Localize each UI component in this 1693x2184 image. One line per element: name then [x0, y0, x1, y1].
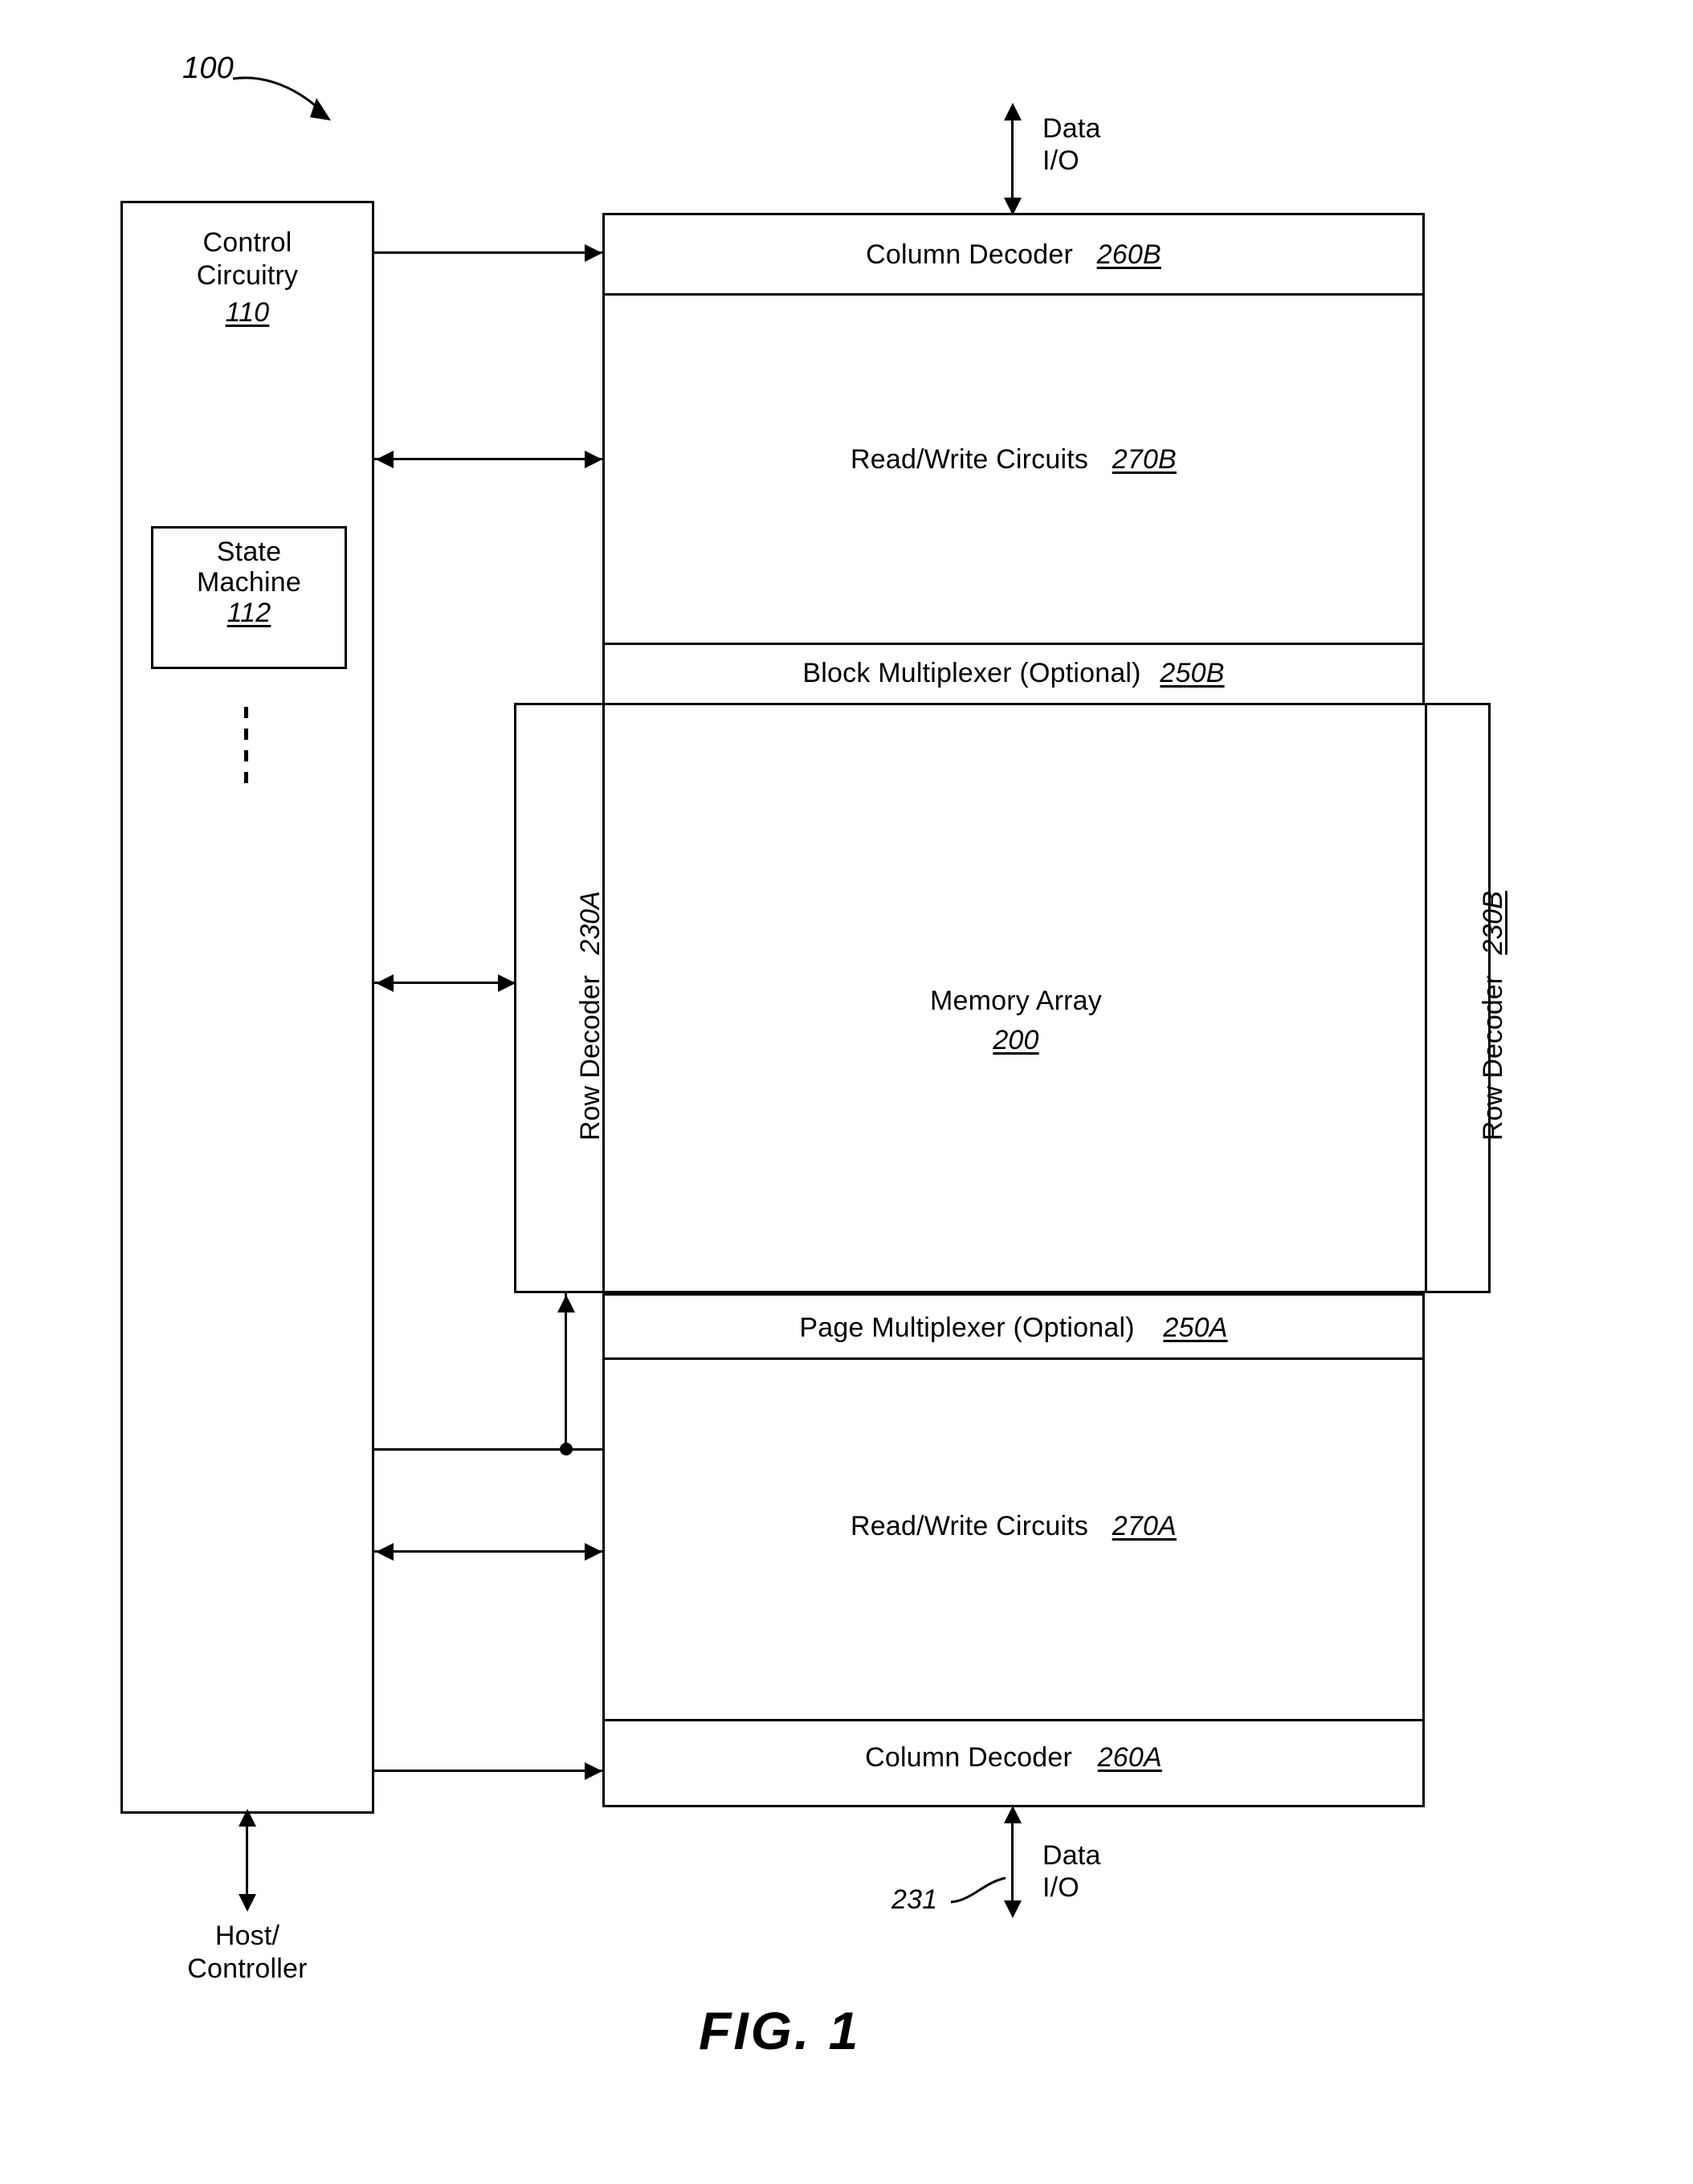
- column-decoder-b-text: Column Decoder: [866, 239, 1074, 270]
- memory-array-title: Memory Array: [930, 986, 1102, 1016]
- band-label-block-multiplexer-b: Block Multiplexer (Optional) 250B: [602, 657, 1425, 690]
- data-io-bottom-ref-231: 231: [891, 1884, 938, 1915]
- row-decoder-a-ref: 230A: [575, 891, 606, 955]
- bus-to-column-decoder-a: [374, 1770, 602, 1772]
- block-multiplexer-b-ref: 250B: [1160, 658, 1225, 688]
- state-machine-title-line1: State: [216, 537, 282, 567]
- band-separator-4: [602, 1293, 1425, 1296]
- band-separator-2: [602, 643, 1425, 645]
- state-machine-title-line2: Machine: [197, 567, 301, 598]
- arrowhead-up-to-memory-array: [557, 1295, 575, 1312]
- band-separator-6: [602, 1719, 1425, 1721]
- band-label-column-decoder-b: Column Decoder 260B: [602, 239, 1425, 271]
- row-decoder-b-text: Row Decoder: [1478, 975, 1508, 1141]
- bus-to-row-decoder-a: [374, 982, 516, 984]
- arrowhead-left-read-write-b: [376, 451, 394, 468]
- state-machine-title: State Machine 112: [151, 537, 347, 628]
- control-circuitry-title: Control Circuitry 110: [120, 227, 374, 329]
- host-controller-arrowhead-up: [239, 1809, 256, 1827]
- column-decoder-b-ref: 260B: [1096, 239, 1161, 270]
- band-separator-5: [602, 1357, 1425, 1360]
- host-controller-line: [246, 1815, 248, 1904]
- band-label-read-write-circuits-a: Read/Write Circuits 270A: [602, 1510, 1425, 1543]
- data-io-top-arrowhead-down: [1004, 198, 1022, 215]
- bus-to-read-write-a: [374, 1550, 602, 1553]
- data-io-top-line1: Data: [1042, 113, 1101, 144]
- band-label-column-decoder-a: Column Decoder 260A: [602, 1741, 1425, 1774]
- state-machine-ref: 112: [226, 598, 271, 629]
- block-multiplexer-b-text: Block Multiplexer (Optional): [802, 658, 1141, 688]
- data-io-bottom-line2: I/O: [1042, 1872, 1079, 1904]
- band-label-page-multiplexer-a: Page Multiplexer (Optional) 250A: [602, 1312, 1425, 1345]
- leader-line-231: [950, 1876, 1006, 1904]
- vertical-ellipsis: [244, 707, 248, 783]
- memory-array-ref: 200: [993, 1025, 1039, 1056]
- bus-junction-dot: [560, 1443, 573, 1455]
- data-io-top-line2: I/O: [1042, 145, 1079, 177]
- row-decoder-a-text: Row Decoder: [575, 975, 606, 1141]
- control-circuitry-ref: 110: [225, 296, 270, 328]
- page-multiplexer-a-ref: 250A: [1163, 1312, 1228, 1343]
- riser-to-memory-array: [565, 1293, 567, 1451]
- bus-to-column-decoder-b: [374, 251, 602, 254]
- row-decoder-b-label: Row Decoder 230B: [1478, 891, 1509, 1141]
- arrowhead-to-column-decoder-a: [585, 1762, 602, 1780]
- bus-to-read-write-b: [374, 458, 602, 460]
- patent-figure-1: 100 Control Circuitry 110 State Machine …: [0, 0, 1693, 2184]
- data-io-bottom-arrowhead-up: [1004, 1806, 1022, 1823]
- arrowhead-left-read-write-a: [376, 1543, 394, 1561]
- arrowhead-right-row-decoder-a: [498, 974, 516, 992]
- host-controller-line1: Host/: [214, 1921, 280, 1951]
- data-io-bottom-line1: Data: [1042, 1840, 1101, 1871]
- host-controller-label: Host/ Controller: [120, 1920, 374, 1986]
- arrowhead-right-read-write-b: [585, 451, 602, 468]
- control-circuitry-title-line1: Control: [202, 227, 292, 258]
- read-write-circuits-a-text: Read/Write Circuits: [851, 1511, 1089, 1541]
- control-circuitry-title-line2: Circuitry: [196, 260, 299, 292]
- band-label-read-write-circuits-b: Read/Write Circuits 270B: [602, 443, 1425, 476]
- read-write-circuits-b-text: Read/Write Circuits: [851, 444, 1089, 475]
- arrowhead-to-column-decoder-b: [585, 244, 602, 262]
- arrowhead-right-read-write-a: [585, 1543, 602, 1561]
- host-controller-arrowhead-down: [239, 1894, 256, 1912]
- data-io-top-arrowhead-up: [1004, 103, 1022, 120]
- host-controller-line2: Controller: [187, 1953, 308, 1984]
- control-circuitry-box: [120, 201, 374, 1814]
- arrowhead-left-row-decoder-a: [376, 974, 394, 992]
- read-write-circuits-a-ref: 270A: [1112, 1511, 1177, 1541]
- row-decoder-b-inner-edge: [1425, 703, 1427, 1293]
- system-reference-100: 100: [182, 51, 235, 85]
- read-write-circuits-b-ref: 270B: [1112, 444, 1177, 475]
- column-decoder-a-text: Column Decoder: [865, 1742, 1073, 1773]
- memory-array-label: Memory Array 200: [610, 982, 1422, 1061]
- figure-caption: FIG. 1: [699, 2001, 861, 2060]
- data-io-top-label: Data I/O: [1042, 112, 1101, 177]
- row-decoder-b-ref: 230B: [1478, 891, 1508, 955]
- data-io-bottom-label: Data I/O: [1042, 1839, 1101, 1904]
- page-multiplexer-a-text: Page Multiplexer (Optional): [799, 1312, 1135, 1343]
- row-decoder-a-label: Row Decoder 230A: [575, 891, 606, 1141]
- column-decoder-a-ref: 260A: [1097, 1742, 1162, 1773]
- leader-line-100: [233, 76, 331, 120]
- band-separator-1: [602, 293, 1425, 296]
